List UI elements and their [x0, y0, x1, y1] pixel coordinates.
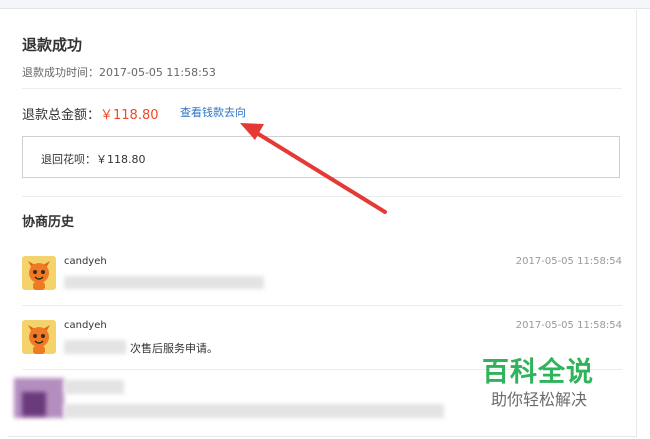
avatar-icon: [22, 256, 56, 290]
history-entry: candyeh 2017-05-05 11:58:54: [22, 256, 622, 304]
refund-returned-label: 退回花呗：: [41, 153, 96, 166]
refund-title: 退款成功: [22, 36, 83, 54]
divider-history: [22, 196, 622, 197]
divider-top: [22, 88, 622, 89]
refund-detail-box: 退回花呗：￥118.80: [22, 136, 620, 178]
refund-returned-line: 退回花呗：￥118.80: [41, 151, 146, 167]
redacted-text-blur: [64, 404, 444, 418]
history-username: candyeh: [64, 256, 107, 267]
refund-success-time: 退款成功时间：2017-05-05 11:58:53: [22, 66, 216, 79]
history-message: 次售后服务申请。: [130, 342, 218, 355]
avatar: [22, 320, 56, 354]
redacted-message-blur: [64, 340, 126, 354]
refund-total-row: 退款总金额：￥118.80: [22, 104, 159, 123]
refund-returned-value: ￥118.80: [96, 153, 146, 166]
redacted-text-blur: [64, 380, 124, 394]
history-username: candyeh: [64, 320, 107, 331]
history-timestamp: 2017-05-05 11:58:54: [515, 320, 622, 331]
history-timestamp: 2017-05-05 11:58:54: [515, 256, 622, 267]
refund-total-label: 退款总金额：: [22, 108, 101, 123]
avatar-icon: [22, 320, 56, 354]
watermark-title: 百科全说: [482, 357, 594, 388]
divider-entry: [22, 305, 622, 306]
track-money-link[interactable]: 查看钱款去向: [180, 104, 246, 120]
redacted-message-blur: [64, 276, 264, 289]
redacted-avatar-blur: [22, 392, 46, 416]
refund-total-value: ￥118.80: [100, 108, 159, 123]
top-toolbar-strip: [0, 0, 650, 9]
avatar: [22, 256, 56, 290]
watermark-subtitle: 助你轻松解决: [491, 390, 588, 409]
history-title: 协商历史: [22, 215, 75, 230]
